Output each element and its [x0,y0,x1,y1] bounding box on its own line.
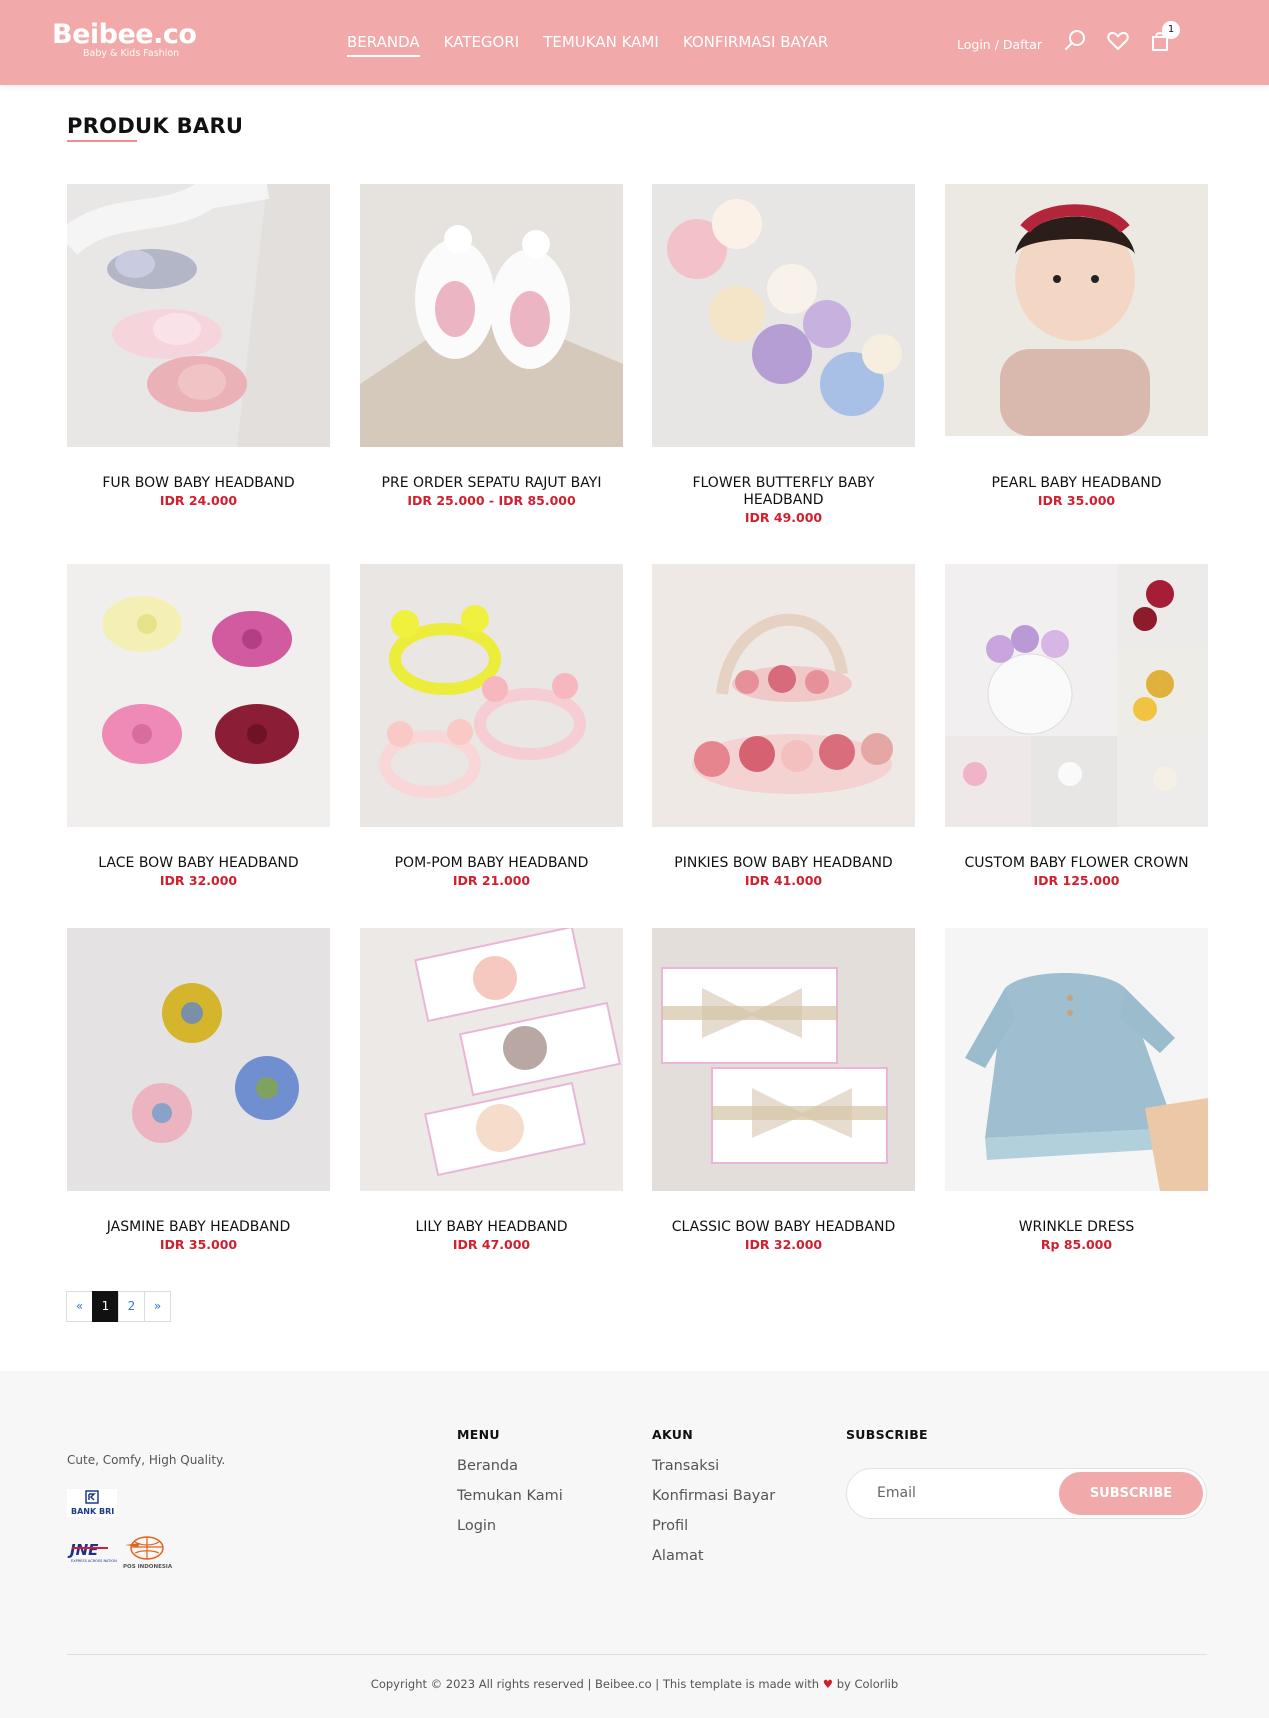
svg-text:EXPRESS ACROSS NATIONS: EXPRESS ACROSS NATIONS [71,1559,117,1563]
product-card[interactable]: FUR BOW BABY HEADBAND IDR 24.000 [67,184,330,508]
section-title-underline [67,140,137,142]
product-price: IDR 25.000 - IDR 85.000 [407,493,576,508]
section-title: PRODUK BARU [67,114,244,138]
product-price: IDR 125.000 [1033,873,1120,888]
pos-indonesia-logo: POS INDONESIA [120,1533,174,1571]
footer-account-title: AKUN [652,1427,693,1442]
product-name[interactable]: PRE ORDER SEPATU RAJUT BAYI [360,475,623,492]
product-price: Rp 85.000 [1040,1237,1113,1252]
product-image[interactable] [360,928,623,1191]
product-name[interactable]: JASMINE BABY HEADBAND [67,1219,330,1236]
product-price: IDR 35.000 [159,1237,238,1252]
footer-account-column: AKUN Transaksi Konfirmasi Bayar Profil A… [652,1427,775,1577]
pagination-page-2[interactable]: 2 [118,1291,145,1322]
product-card[interactable]: LILY BABY HEADBAND IDR 47.000 [360,928,623,1252]
product-card[interactable]: CLASSIC BOW BABY HEADBAND IDR 32.000 [652,928,915,1252]
login-link[interactable]: Login / Daftar [957,37,1042,52]
product-image[interactable] [67,928,330,1191]
pagination: « 1 2 » [66,1291,171,1322]
product-card[interactable]: POM-POM BABY HEADBAND IDR 21.000 [360,564,623,888]
product-card[interactable]: CUSTOM BABY FLOWER CROWN IDR 125.000 [945,564,1208,888]
nav-kategori[interactable]: KATEGORI [444,33,520,57]
svg-text:BANK BRI: BANK BRI [71,1507,114,1516]
product-card[interactable]: WRINKLE DRESS Rp 85.000 [945,928,1208,1252]
svg-text:POS INDONESIA: POS INDONESIA [123,1564,173,1570]
product-name[interactable]: FUR BOW BABY HEADBAND [67,475,330,492]
product-card[interactable]: PINKIES BOW BABY HEADBAND IDR 41.000 [652,564,915,888]
footer-link-temukan-kami[interactable]: Temukan Kami [457,1487,563,1506]
product-name[interactable]: CLASSIC BOW BABY HEADBAND [652,1219,915,1236]
heart-icon: ♥ [822,1677,834,1691]
footer-subscribe-title: SUBSCRIBE [846,1427,928,1442]
product-price: IDR 32.000 [159,873,238,888]
product-image[interactable] [67,564,330,827]
product-card[interactable]: PEARL BABY HEADBAND IDR 35.000 [945,184,1208,508]
nav-temukan-kami[interactable]: TEMUKAN KAMI [543,33,659,57]
subscribe-button[interactable]: SUBSCRIBE [1059,1472,1203,1515]
product-image[interactable] [360,184,623,447]
nav-beranda[interactable]: BERANDA [347,33,420,57]
product-image[interactable] [67,184,330,447]
product-card[interactable]: JASMINE BABY HEADBAND IDR 35.000 [67,928,330,1252]
subscribe-form: SUBSCRIBE [846,1468,1207,1519]
footer-menu-title: MENU [457,1427,500,1442]
footer-tagline: Cute, Comfy, High Quality. [67,1453,226,1467]
product-price: IDR 41.000 [744,873,823,888]
subscribe-email-input[interactable] [877,1485,1057,1501]
product-name[interactable]: PINKIES BOW BABY HEADBAND [652,855,915,872]
footer-link-beranda[interactable]: Beranda [457,1457,563,1476]
heart-icon[interactable] [1105,28,1131,54]
product-image[interactable] [360,564,623,827]
jne-logo: JNE EXPRESS ACROSS NATIONS [67,1537,120,1567]
product-price: IDR 35.000 [1037,493,1116,508]
product-name[interactable]: PEARL BABY HEADBAND [945,475,1208,492]
product-price: IDR 21.000 [452,873,531,888]
product-card[interactable]: FLOWER BUTTERFLY BABY HEADBAND IDR 49.00… [652,184,915,525]
copyright: Copyright © 2023 All rights reserved | B… [0,1677,1269,1691]
nav-konfirmasi-bayar[interactable]: KONFIRMASI BAYAR [683,33,829,57]
product-image[interactable] [652,184,915,447]
product-image[interactable] [652,564,915,827]
footer-subscribe-column: SUBSCRIBE [846,1427,928,1457]
footer-link-transaksi[interactable]: Transaksi [652,1457,775,1476]
search-icon[interactable] [1063,28,1089,54]
product-name[interactable]: LILY BABY HEADBAND [360,1219,623,1236]
product-price: IDR 47.000 [452,1237,531,1252]
footer-menu-column: MENU Beranda Temukan Kami Login [457,1427,563,1547]
pagination-prev[interactable]: « [66,1291,93,1322]
product-card[interactable]: PRE ORDER SEPATU RAJUT BAYI IDR 25.000 -… [360,184,623,508]
logo-tagline: Baby & Kids Fashion [83,48,180,59]
cart-count-badge: 1 [1162,21,1180,39]
product-name[interactable]: POM-POM BABY HEADBAND [360,855,623,872]
product-name[interactable]: LACE BOW BABY HEADBAND [67,855,330,872]
product-name[interactable]: FLOWER BUTTERFLY BABY HEADBAND [652,475,915,509]
svg-text:JNE: JNE [67,1541,99,1559]
copyright-credit-link[interactable]: by Colorlib [837,1677,898,1691]
product-image[interactable] [945,928,1208,1191]
product-image[interactable] [945,184,1208,436]
product-image[interactable] [652,928,915,1191]
main-nav: BERANDA KATEGORI TEMUKAN KAMI KONFIRMASI… [347,33,852,57]
logo[interactable]: Beibee.co Baby & Kids Fashion [52,19,197,60]
product-name[interactable]: CUSTOM BABY FLOWER CROWN [945,855,1208,872]
pagination-next[interactable]: » [144,1291,171,1322]
product-price: IDR 32.000 [744,1237,823,1252]
copyright-text: Copyright © 2023 All rights reserved | B… [370,1677,820,1691]
bank-bri-logo: BANK BRI [67,1489,117,1517]
footer-link-login[interactable]: Login [457,1517,563,1536]
footer-link-profil[interactable]: Profil [652,1517,775,1536]
footer-divider [67,1654,1207,1655]
footer-link-konfirmasi-bayar[interactable]: Konfirmasi Bayar [652,1487,775,1506]
footer-link-alamat[interactable]: Alamat [652,1547,775,1566]
pagination-page-1[interactable]: 1 [92,1291,119,1322]
product-price: IDR 24.000 [159,493,238,508]
product-name[interactable]: WRINKLE DRESS [945,1219,1208,1236]
site-footer: Cute, Comfy, High Quality. BANK BRI JNE E… [0,1371,1269,1718]
product-price: IDR 49.000 [744,510,823,525]
product-card[interactable]: LACE BOW BABY HEADBAND IDR 32.000 [67,564,330,888]
product-image[interactable] [945,564,1208,827]
logo-title: Beibee.co [52,19,197,50]
site-header: Beibee.co Baby & Kids Fashion BERANDA KA… [0,0,1269,85]
